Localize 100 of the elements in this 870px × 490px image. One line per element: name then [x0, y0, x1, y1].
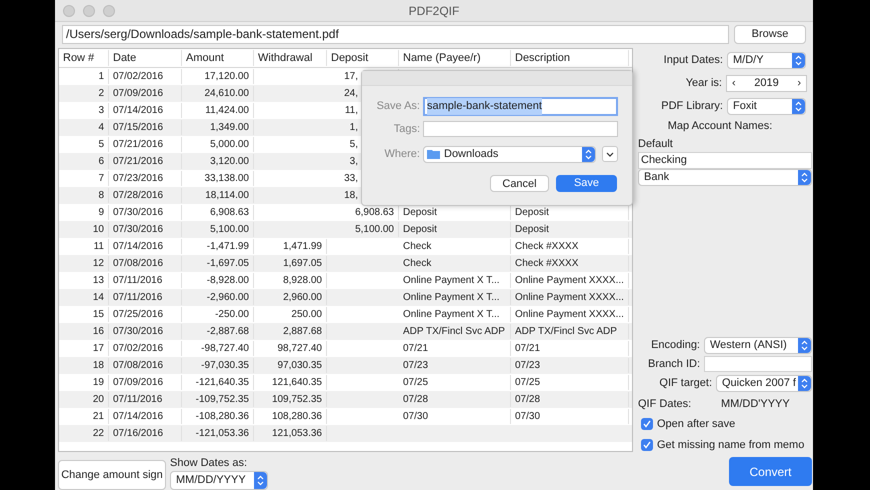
table-cell: 5,100.00: [182, 222, 254, 237]
column-header[interactable]: Date: [109, 50, 182, 66]
popup-arrows-icon: [582, 146, 595, 162]
encoding-label: Encoding:: [651, 338, 700, 354]
table-cell: 07/25: [403, 377, 428, 388]
table-cell: 12: [59, 256, 109, 271]
table-cell: 18: [59, 358, 109, 373]
table-cell: -8,928.00: [182, 273, 254, 288]
table-cell: 2,887.68: [283, 326, 322, 337]
convert-button[interactable]: Convert: [729, 457, 812, 486]
checkbox[interactable]: [641, 418, 653, 430]
table-cell: 20: [59, 392, 109, 407]
input-dates-select[interactable]: M/D/Y: [727, 52, 806, 69]
table-cell: Check #XXXX: [515, 241, 578, 252]
table-cell: -121,053.36: [182, 426, 254, 441]
table-cell: 07/25: [515, 377, 540, 388]
table-cell: Deposit: [515, 207, 549, 218]
table-cell: Online Payment XXXX...: [515, 292, 624, 303]
checkbox[interactable]: [641, 438, 653, 451]
cancel-button[interactable]: Cancel: [490, 174, 549, 192]
table-cell: 07/21: [403, 343, 428, 354]
pdf-library-select[interactable]: Foxit: [727, 98, 806, 115]
change-amount-sign-button[interactable]: Change amount sign: [58, 460, 166, 490]
window-title: PDF2QIF: [408, 2, 460, 20]
table-cell: 07/30: [403, 411, 428, 422]
table-cell: 1,471.99: [283, 241, 322, 252]
browse-button[interactable]: Browse: [734, 24, 806, 44]
qif-target-select[interactable]: Quicken 2007 f: [716, 374, 812, 392]
table-cell: 07/02/2016: [109, 69, 182, 84]
table-cell: 4: [59, 120, 109, 135]
column-header[interactable]: Row #: [59, 50, 109, 66]
table-cell: 1: [59, 69, 109, 84]
table-cell: 21: [59, 409, 109, 424]
table-cell: 2,960.00: [283, 292, 322, 303]
column-header[interactable]: Withdrawal: [254, 50, 327, 66]
table-cell: 17,: [344, 71, 358, 82]
table-cell: 07/21/2016: [109, 154, 182, 169]
path-field[interactable]: /Users/serg/Downloads/sample-bank-statement.pdf: [62, 24, 729, 44]
table-cell: 07/16/2016: [109, 426, 182, 441]
table-cell: 8,928.00: [283, 275, 322, 286]
table-cell: 07/23/2016: [109, 171, 182, 186]
account-name-field[interactable]: Checking: [638, 152, 812, 169]
table-cell: 250.00: [291, 309, 322, 320]
tags-label: Tags:: [392, 122, 420, 137]
table-cell: 13: [59, 273, 109, 288]
qif-dates-label: QIF Dates:: [638, 396, 692, 412]
table-cell: 5,: [350, 139, 358, 150]
column-header[interactable]: Deposit: [327, 50, 399, 66]
table-cell: 07/14/2016: [109, 239, 182, 254]
column-header[interactable]: Amount: [182, 50, 254, 66]
save-as-field[interactable]: sample-bank-statement: [423, 97, 618, 116]
table-cell: 15: [59, 307, 109, 322]
show-dates-select[interactable]: MM/DD/YYYY: [170, 471, 268, 490]
popup-arrows-icon: [798, 170, 811, 185]
table-cell: 16: [59, 324, 109, 339]
table-cell: Online Payment X T...: [403, 275, 500, 286]
table-cell: 11: [59, 239, 109, 254]
window-control-icon[interactable]: [103, 4, 115, 16]
window-control-icon[interactable]: [63, 4, 75, 16]
table-cell: 6,908.63: [355, 207, 394, 218]
tags-field[interactable]: [423, 121, 618, 138]
table-cell: 3: [59, 103, 109, 118]
table-cell: 07/09/2016: [109, 86, 182, 101]
table-cell: 07/11/2016: [109, 290, 182, 305]
table-cell: 5,000.00: [182, 137, 254, 152]
table-cell: 5: [59, 137, 109, 152]
table-cell: -2,887.68: [182, 324, 254, 339]
table-cell: 07/14/2016: [109, 103, 182, 118]
table-cell: 07/28: [403, 394, 428, 405]
popup-arrows-icon: [798, 338, 811, 353]
table-cell: 10: [59, 222, 109, 237]
where-select[interactable]: Downloads: [423, 146, 596, 162]
column-header[interactable]: Name (Payee/r): [399, 50, 511, 66]
chevron-down-icon: [606, 152, 614, 156]
branch-id-label: Branch ID:: [648, 357, 700, 372]
window-control-icon[interactable]: [83, 4, 95, 16]
table-cell: 97,030.35: [278, 360, 322, 371]
save-button[interactable]: Save: [556, 174, 617, 192]
table-cell: 07/09/2016: [109, 375, 182, 390]
column-header[interactable]: Description: [511, 50, 629, 66]
table-cell: -98,727.40: [182, 341, 254, 356]
table-cell: 8: [59, 188, 109, 203]
table-cell: 2: [59, 86, 109, 101]
expand-button[interactable]: [602, 146, 618, 162]
table-cell: 121,053.36: [272, 428, 322, 439]
account-type-select[interactable]: Bank: [638, 169, 812, 186]
table-cell: Check #XXXX: [515, 258, 578, 269]
table-cell: 07/30/2016: [109, 324, 182, 339]
table-cell: 121,640.35: [272, 377, 322, 388]
table-cell: 24,610.00: [182, 86, 254, 101]
qif-target-label: QIF target:: [659, 376, 712, 391]
table-cell: 108,280.36: [272, 411, 322, 422]
year-stepper[interactable]: ‹ 2019 ›: [726, 75, 807, 92]
table-cell: 07/11/2016: [109, 273, 182, 288]
folder-icon: [427, 149, 440, 159]
encoding-select[interactable]: Western (ANSI): [704, 337, 812, 354]
branch-id-field[interactable]: [704, 356, 812, 372]
pdf-library-label: PDF Library:: [661, 99, 723, 114]
popup-arrows-icon: [254, 472, 267, 489]
save-as-label: Save As:: [376, 99, 420, 114]
